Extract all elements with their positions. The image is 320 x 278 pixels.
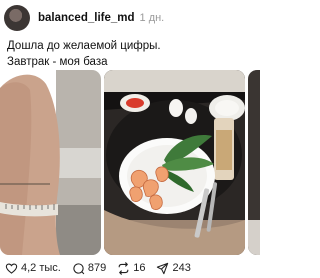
comment-bubble-icon	[73, 262, 85, 274]
caption-line-2: Завтрак - моя база	[7, 56, 108, 68]
share-count: 243	[172, 262, 191, 274]
media-carousel[interactable]	[0, 70, 260, 255]
heart-icon	[5, 263, 18, 274]
comment-button[interactable]: 879	[72, 262, 106, 275]
like-count: 4,2 тыс.	[21, 262, 61, 274]
leg-measuring-tape-photo[interactable]	[0, 70, 101, 255]
breakfast-plate-photo[interactable]	[104, 70, 245, 255]
caption-line-1: Дошла до желаемой цифры.	[7, 40, 161, 52]
repost-count: 16	[133, 262, 146, 274]
avatar[interactable]	[4, 5, 30, 31]
share-button[interactable]: 243	[156, 262, 191, 275]
post-actions: 4,2 тыс. 879 16 243	[5, 261, 255, 275]
post-header: balanced_life_md 1 дн.	[4, 5, 256, 31]
comment-count: 879	[87, 262, 107, 274]
partial-third-photo[interactable]	[248, 70, 260, 255]
username[interactable]: balanced_life_md	[38, 12, 135, 24]
repost-icon	[118, 261, 129, 275]
like-button[interactable]: 4,2 тыс.	[5, 262, 61, 275]
share-icon	[157, 262, 169, 274]
repost-button[interactable]: 16	[117, 261, 146, 275]
post-time: 1 дн.	[139, 12, 165, 24]
